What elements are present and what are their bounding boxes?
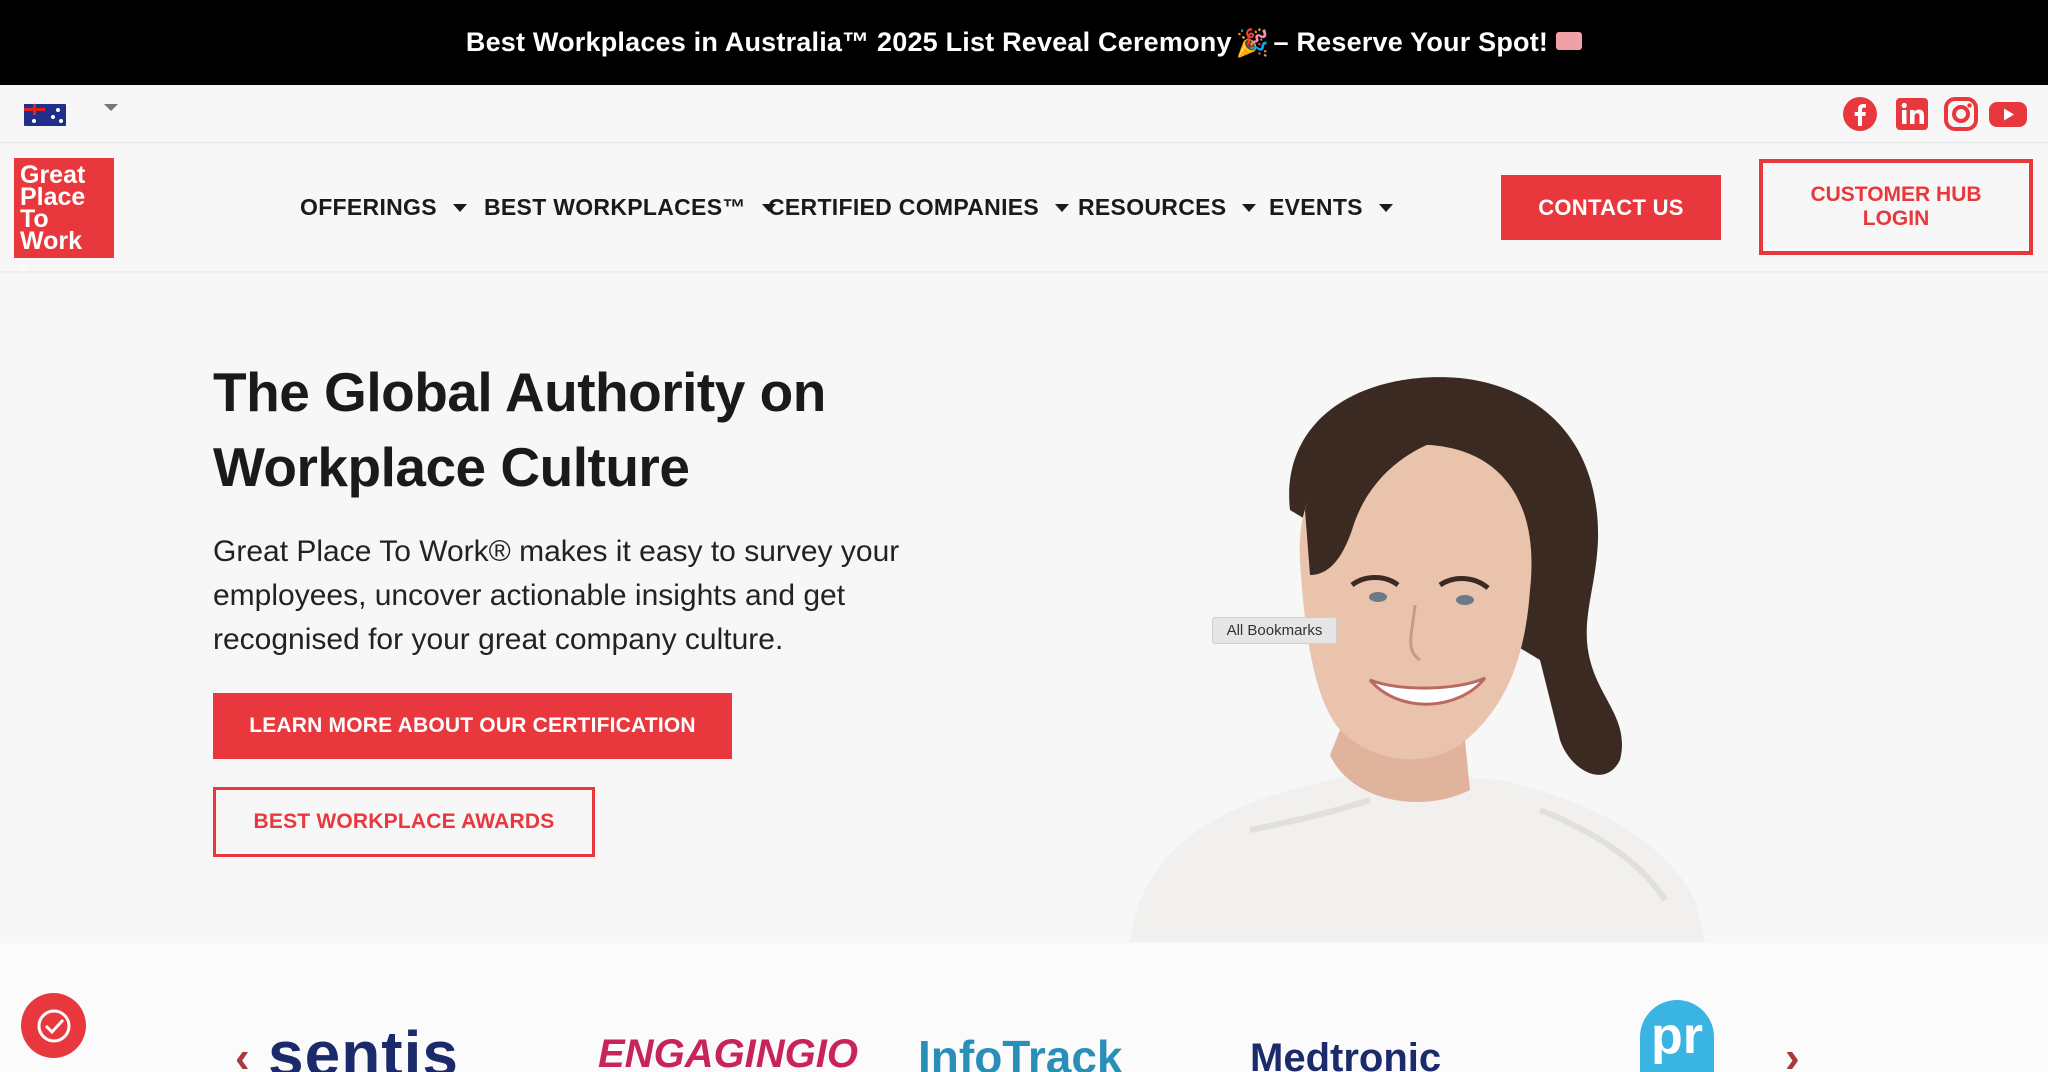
bookmarks-tooltip: All Bookmarks (1212, 617, 1337, 644)
partner-logo-medtronic: Medtronic (1250, 1036, 1442, 1072)
nav-events[interactable]: EVENTS (1269, 194, 1393, 221)
hero-headline: The Global Authority on Workplace Cultur… (213, 361, 826, 498)
announcement-cta-text: – Reserve Your Spot! (1273, 27, 1549, 57)
partner-logo-engagingio: ENGAGINGIO (598, 1032, 859, 1072)
nav-certified-companies-label: CERTIFIED COMPANIES (768, 194, 1040, 220)
partner-logo-sentis: sentis (268, 1022, 459, 1072)
caret-down-icon (452, 203, 467, 212)
australia-flag-icon[interactable] (24, 104, 66, 126)
ticket-icon (1556, 31, 1583, 50)
carousel-next-arrow-icon[interactable]: › (1785, 1036, 1800, 1072)
best-workplace-awards-button[interactable]: BEST WORKPLACE AWARDS (213, 787, 595, 857)
nav-certified-companies[interactable]: CERTIFIED COMPANIES (768, 194, 1070, 221)
nav-offerings[interactable]: OFFERINGS (300, 194, 467, 221)
language-dropdown-icon[interactable] (104, 104, 118, 111)
nav-best-workplaces-label: BEST WORKPLACES™ (484, 194, 746, 220)
nav-best-workplaces[interactable]: BEST WORKPLACES™ (484, 194, 776, 221)
contact-us-button[interactable]: CONTACT US (1501, 175, 1721, 240)
logo-line-4: Work (20, 227, 83, 255)
nav-events-label: EVENTS (1269, 194, 1363, 220)
main-navbar: Great Place To Work ® OFFERINGS BEST WORK… (0, 144, 2048, 274)
partner-logo-infotrack: InfoTrack (918, 1031, 1123, 1072)
instagram-icon[interactable] (1943, 96, 1979, 132)
caret-down-icon (1242, 203, 1257, 212)
customer-hub-login-button[interactable]: CUSTOMER HUB LOGIN (1759, 159, 2033, 255)
partner-logo-pr: pr (1640, 1000, 1714, 1072)
hero-subtext: Great Place To Work® makes it easy to su… (213, 535, 900, 656)
utility-bar (0, 85, 2048, 143)
cookie-consent-icon[interactable] (21, 993, 86, 1058)
caret-down-icon (1378, 203, 1393, 212)
carousel-prev-arrow-icon[interactable]: ‹ (235, 1036, 250, 1072)
nav-resources[interactable]: RESOURCES (1078, 194, 1257, 221)
great-place-to-work-logo[interactable]: Great Place To Work ® (14, 158, 114, 274)
nav-resources-label: RESOURCES (1078, 194, 1227, 220)
hero-woman-photo (1120, 360, 1760, 942)
youtube-icon[interactable] (1988, 96, 2028, 132)
announcement-bar[interactable]: Best Workplaces in Australia™ 2025 List … (0, 0, 2048, 85)
nav-offerings-label: OFFERINGS (300, 194, 437, 220)
party-popper-emoji: 🎉 (1235, 27, 1270, 58)
linkedin-icon[interactable] (1894, 96, 1930, 132)
caret-down-icon (1055, 203, 1070, 212)
facebook-icon[interactable] (1842, 96, 1878, 132)
announcement-text: Best Workplaces in Australia™ 2025 List … (465, 27, 1232, 57)
learn-more-certification-button[interactable]: LEARN MORE ABOUT OUR CERTIFICATION (213, 693, 732, 759)
